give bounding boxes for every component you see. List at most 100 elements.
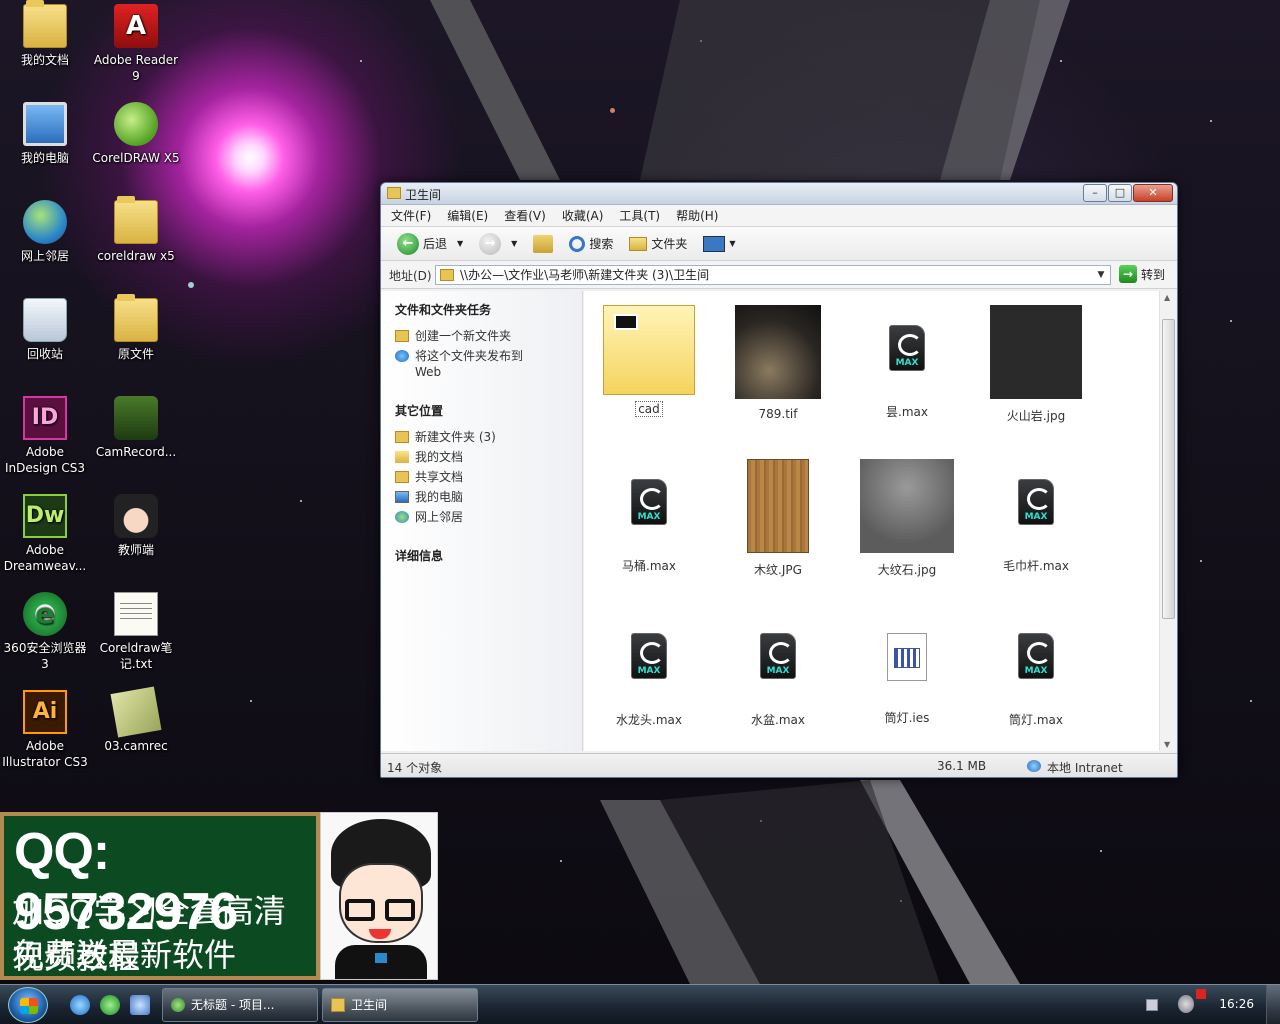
folder-icon [395, 431, 409, 443]
file-item[interactable]: MAX 毛巾杆.max [976, 459, 1096, 574]
illustrator-icon: Ai [23, 690, 67, 734]
menu-tools[interactable]: 工具(T) [619, 207, 660, 224]
desktop-icon-camrecorder[interactable]: CamRecord... [91, 396, 181, 460]
file-item[interactable]: 筒灯.ies [847, 613, 967, 726]
folder-icon [114, 294, 158, 342]
tray-volume-icon[interactable] [1178, 995, 1194, 1013]
desktop-icon-coreldraw[interactable]: CorelDRAW X5 [91, 102, 181, 166]
file-item[interactable]: MAX 昙.max [847, 305, 967, 420]
up-folder-button[interactable] [529, 233, 557, 255]
details-group-title[interactable]: 详细信息 [395, 547, 582, 564]
place-new-folder-3[interactable]: 新建文件夹 (3) [395, 429, 582, 445]
up-folder-icon [533, 234, 554, 253]
menu-bar: 文件(F) 编辑(E) 查看(V) 收藏(A) 工具(T) 帮助(H) [381, 205, 1177, 227]
desktop-icon-dreamweaver[interactable]: Dw Adobe Dreamweav... [0, 494, 90, 574]
menu-edit[interactable]: 编辑(E) [447, 207, 488, 224]
menu-help[interactable]: 帮助(H) [676, 207, 718, 224]
folder-icon [387, 187, 401, 199]
file-item[interactable]: MAX 马桶.max [589, 459, 709, 574]
file-item[interactable]: cad [589, 305, 709, 417]
desktop-icon-360-browser[interactable]: e 360安全浏览器3 [0, 592, 90, 672]
scroll-up-arrow-icon[interactable]: ▲ [1164, 293, 1170, 302]
desktop-icon-camrec-file[interactable]: 03.camrec [91, 686, 181, 754]
minimize-button[interactable]: – [1083, 184, 1107, 202]
views-button[interactable]: ▼ [699, 234, 739, 254]
window-titlebar[interactable]: 卫生间 – □ ✕ [381, 183, 1177, 205]
file-item[interactable]: MAX 水盆.max [718, 613, 838, 728]
place-shared-documents[interactable]: 共享文档 [395, 469, 582, 485]
start-button[interactable] [8, 987, 48, 1023]
close-button[interactable]: ✕ [1133, 184, 1173, 202]
desktop-icon-coreldraw-folder[interactable]: coreldraw x5 [91, 196, 181, 264]
desktop-icon-source-files[interactable]: 原文件 [91, 294, 181, 362]
my-documents-icon [23, 0, 67, 48]
menu-view[interactable]: 查看(V) [504, 207, 546, 224]
views-icon [703, 235, 726, 252]
image-thumbnail [747, 459, 809, 553]
image-thumbnail [990, 305, 1082, 399]
banner-line-3: 免费送最新软件 [12, 937, 237, 973]
file-item[interactable]: 789.tif [718, 305, 838, 421]
desktop-icon-coreldraw-notes[interactable]: Coreldraw笔记.txt [91, 592, 181, 672]
task-publish-web[interactable]: 将这个文件夹发布到 Web [395, 348, 582, 380]
browser-360-icon: e [23, 592, 67, 636]
go-button[interactable]: → 转到 [1119, 265, 1165, 283]
chevron-down-icon: ▼ [457, 239, 464, 248]
teacher-client-icon [114, 494, 158, 538]
scrollbar-thumb[interactable] [1162, 319, 1175, 619]
scroll-down-arrow-icon[interactable]: ▼ [1164, 740, 1170, 749]
folder-icon [114, 196, 158, 244]
show-desktop-button[interactable] [1266, 985, 1280, 1024]
desktop-icon-network[interactable]: 网上邻居 [0, 200, 90, 264]
taskbar: 无标题 - 项目... 卫生间 16:26 [0, 984, 1280, 1024]
tray-alert-icon[interactable] [1196, 989, 1206, 999]
file-item[interactable]: MAX 水龙头.max [589, 613, 709, 728]
search-button[interactable]: 搜索 [565, 233, 617, 254]
cartoon-avatar [320, 812, 438, 980]
desktop-icon-recycle-bin[interactable]: 回收站 [0, 298, 90, 362]
max-file-icon: MAX [1018, 633, 1054, 679]
back-button[interactable]: ← 后退 ▼ [393, 231, 467, 257]
taskbar-clock[interactable]: 16:26 [1219, 997, 1254, 1011]
maximize-button[interactable]: □ [1108, 184, 1132, 202]
desktop-icon-my-computer[interactable]: 我的电脑 [0, 102, 90, 166]
address-input[interactable]: \\办公—\文作业\马老师\新建文件夹 (3)\卫生间 ▼ [435, 265, 1111, 285]
desktop-icon-indesign[interactable]: ID Adobe InDesign CS3 [0, 396, 90, 476]
quicklaunch-360-icon[interactable] [100, 995, 120, 1015]
menu-favorites[interactable]: 收藏(A) [562, 207, 604, 224]
quicklaunch-home-icon[interactable] [130, 995, 150, 1015]
app-icon [171, 998, 185, 1012]
place-my-computer[interactable]: 我的电脑 [395, 489, 582, 505]
place-network[interactable]: 网上邻居 [395, 509, 582, 525]
chevron-down-icon: ▼ [729, 239, 736, 248]
avatar-glasses-left [345, 899, 375, 921]
status-bar: 14 个对象 36.1 MB 本地 Intranet [381, 753, 1177, 777]
security-zone: 本地 Intranet [1047, 761, 1123, 775]
vertical-scrollbar[interactable]: ▲ ▼ [1159, 291, 1177, 751]
folder-thumbnail [603, 305, 695, 395]
desktop-icon-teacher-client[interactable]: 教师端 [91, 494, 181, 558]
desktop-icon-adobe-reader[interactable]: A Adobe Reader 9 [91, 4, 181, 84]
desktop-icon-my-documents[interactable]: 我的文档 [0, 0, 90, 68]
forward-button[interactable]: → ▼ [475, 231, 521, 257]
max-file-icon: MAX [631, 479, 667, 525]
folders-button[interactable]: 文件夹 [625, 233, 691, 254]
taskbar-item-project[interactable]: 无标题 - 项目... [162, 988, 318, 1022]
desktop-icon-illustrator[interactable]: Ai Adobe Illustrator CS3 [0, 690, 90, 770]
file-item[interactable]: 大纹石.jpg [847, 459, 967, 578]
task-new-folder[interactable]: 创建一个新文件夹 [395, 328, 582, 344]
file-item[interactable]: 火山岩.jpg [976, 305, 1096, 424]
file-item[interactable]: 木纹.JPG [718, 459, 838, 578]
file-item[interactable]: MAX 筒灯.max [976, 613, 1096, 728]
address-dropdown-button[interactable]: ▼ [1094, 267, 1108, 283]
quicklaunch-ie-icon[interactable] [70, 995, 90, 1015]
max-file-icon: MAX [1018, 479, 1054, 525]
tray-network-icon[interactable] [1146, 999, 1158, 1011]
new-folder-icon [395, 330, 409, 342]
avatar-glasses-right [385, 899, 415, 921]
ies-file-icon [887, 633, 927, 681]
menu-file[interactable]: 文件(F) [391, 207, 431, 224]
place-my-documents[interactable]: 我的文档 [395, 449, 582, 465]
taskbar-item-bathroom[interactable]: 卫生间 [322, 988, 478, 1022]
indesign-icon: ID [23, 396, 67, 440]
